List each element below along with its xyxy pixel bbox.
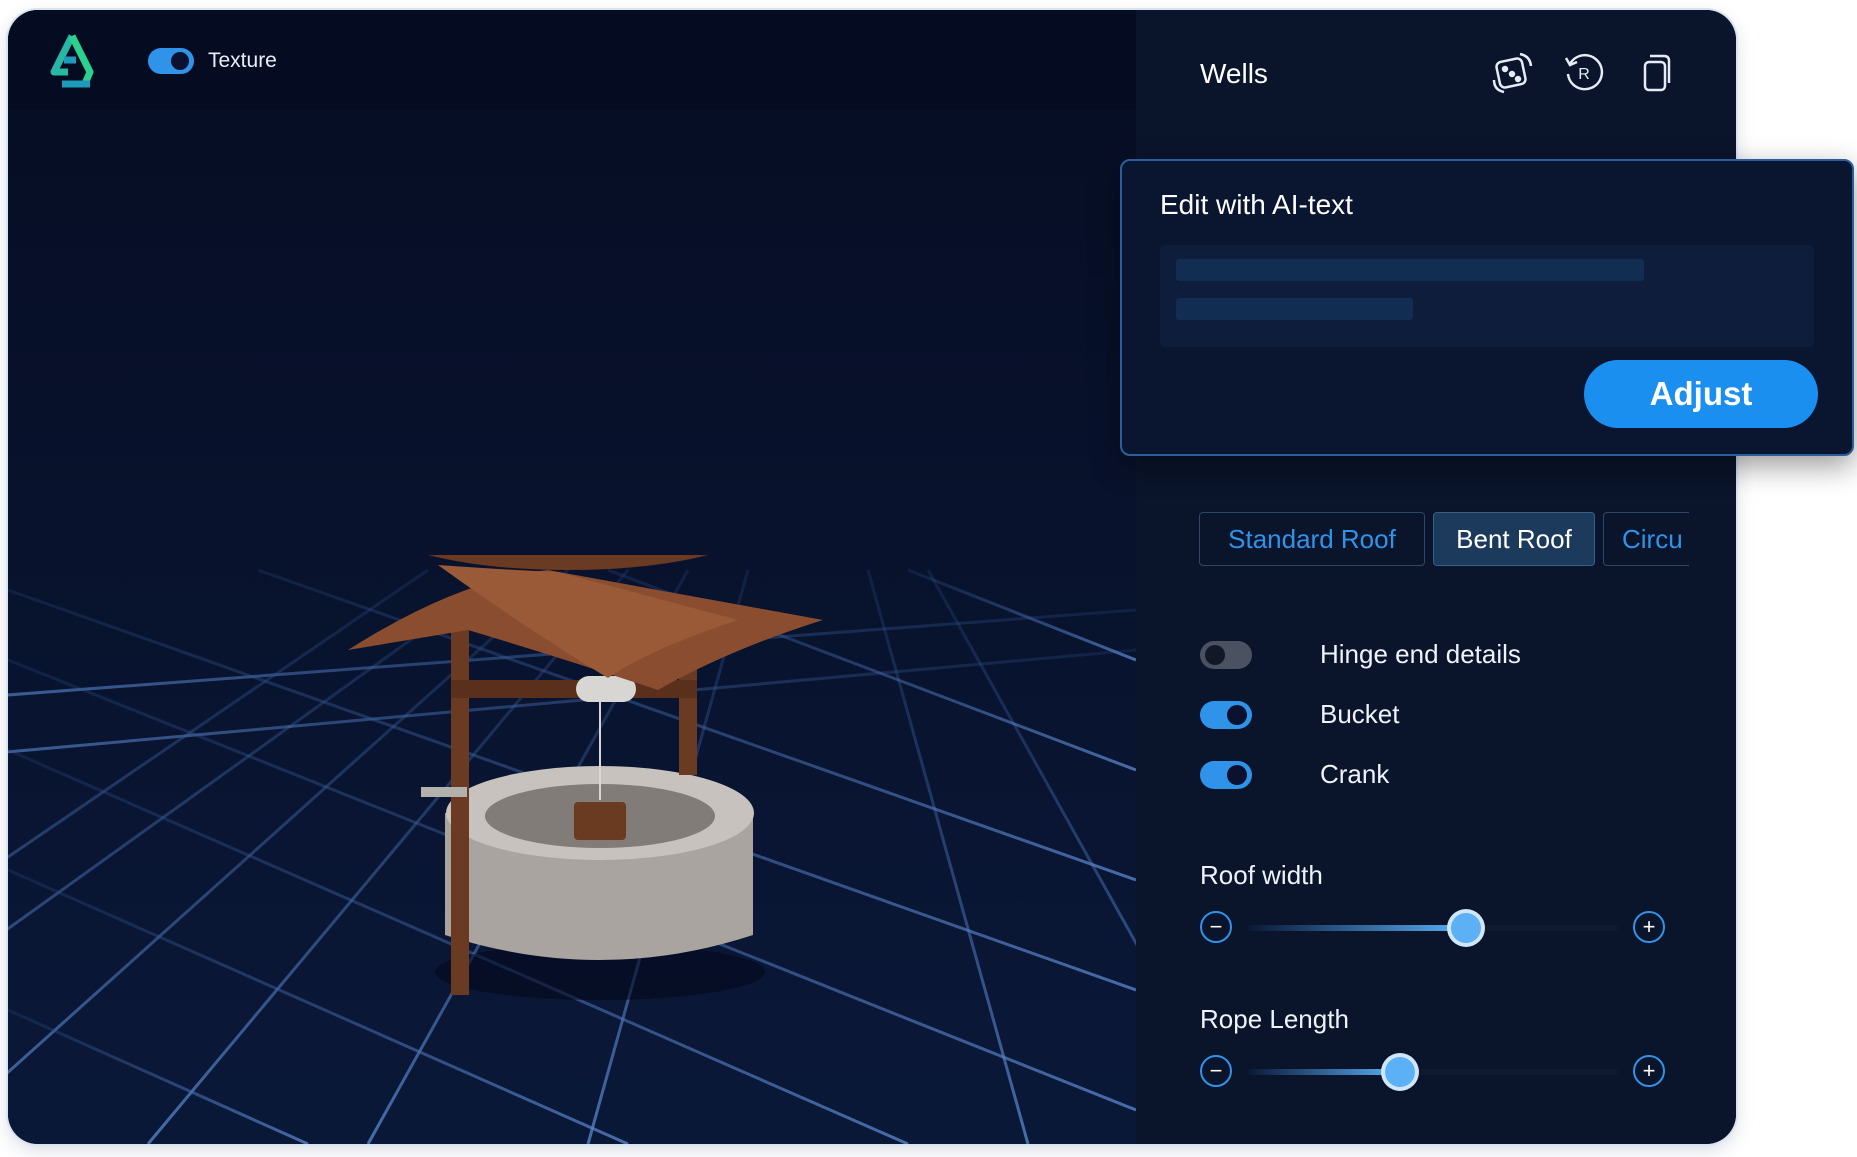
texture-label: Texture xyxy=(208,49,277,72)
app-logo-icon[interactable] xyxy=(42,32,102,92)
ai-prompt-input[interactable] xyxy=(1160,245,1814,347)
ground-grid xyxy=(8,555,1136,1144)
roof-width-increase-button[interactable]: + xyxy=(1633,911,1665,943)
ai-prompt-placeholder-line xyxy=(1176,298,1413,320)
rope-length-thumb[interactable] xyxy=(1384,1057,1415,1087)
bucket-label: Bucket xyxy=(1320,699,1400,729)
ai-edit-title: Edit with AI-text xyxy=(1160,189,1353,220)
ai-prompt-placeholder-line xyxy=(1176,259,1644,281)
roof-width-track[interactable] xyxy=(1248,913,1618,943)
roof-width-slider: − + xyxy=(1200,909,1666,949)
crank-label: Crank xyxy=(1320,759,1390,789)
3d-viewport[interactable]: Texture xyxy=(8,10,1136,1144)
rope-length-label: Rope Length xyxy=(1200,1004,1349,1034)
rope-length-fill xyxy=(1248,1069,1400,1075)
reset-icon[interactable]: R xyxy=(1560,48,1608,96)
roof-width-label: Roof width xyxy=(1200,860,1323,890)
tab-standard-roof[interactable]: Standard Roof xyxy=(1199,512,1425,566)
ai-edit-card: Edit with AI-text Adjust xyxy=(1120,159,1854,456)
bucket-toggle[interactable] xyxy=(1200,701,1252,729)
tab-bent-roof[interactable]: Bent Roof xyxy=(1433,512,1595,566)
panel-title: Wells xyxy=(1200,58,1268,89)
roof-width-decrease-button[interactable]: − xyxy=(1200,911,1232,943)
hinge-end-details-toggle[interactable] xyxy=(1200,641,1252,669)
copy-icon[interactable] xyxy=(1632,48,1680,96)
roof-style-tabs: Standard Roof Bent Roof Circu xyxy=(1199,512,1689,568)
rope-length-increase-button[interactable]: + xyxy=(1633,1055,1665,1087)
crank-toggle[interactable] xyxy=(1200,761,1252,789)
randomize-dice-icon[interactable] xyxy=(1488,48,1536,96)
tab-circular-roof[interactable]: Circu xyxy=(1603,512,1689,566)
adjust-button[interactable]: Adjust xyxy=(1584,360,1818,428)
hinge-end-details-label: Hinge end details xyxy=(1320,639,1521,669)
svg-text:R: R xyxy=(1578,66,1590,83)
rope-length-track[interactable] xyxy=(1248,1057,1618,1087)
rope-length-slider: − + xyxy=(1200,1053,1666,1093)
rope-length-decrease-button[interactable]: − xyxy=(1200,1055,1232,1087)
texture-toggle[interactable] xyxy=(148,48,194,74)
roof-width-fill xyxy=(1248,925,1467,931)
well-model xyxy=(348,555,823,1000)
roof-width-thumb[interactable] xyxy=(1451,913,1482,943)
